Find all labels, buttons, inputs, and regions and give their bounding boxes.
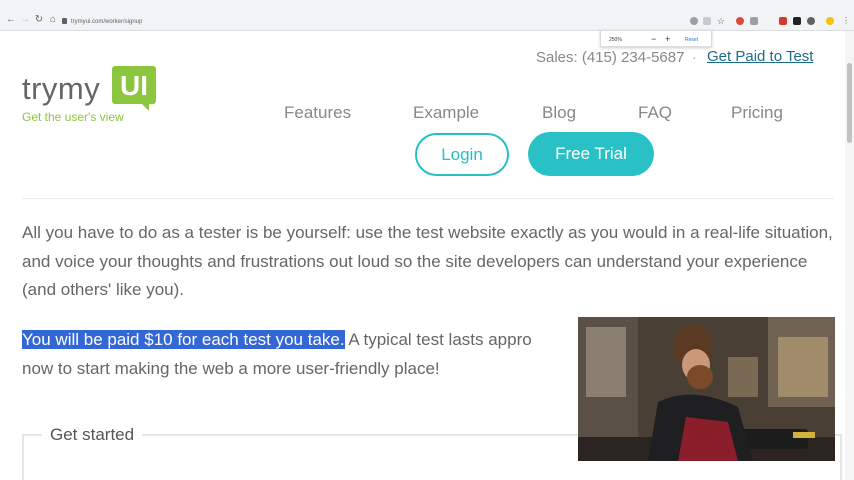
- back-icon[interactable]: ←: [5, 14, 17, 26]
- login-button[interactable]: Login: [415, 133, 509, 176]
- profile-avatar[interactable]: [826, 17, 834, 25]
- zoom-in-button[interactable]: +: [665, 34, 670, 44]
- get-started-legend: Get started: [42, 425, 143, 445]
- nav-blog[interactable]: Blog: [542, 103, 576, 123]
- extension-flag-icon[interactable]: [779, 17, 787, 25]
- scrollbar-thumb[interactable]: [847, 63, 852, 143]
- zoom-reset-button[interactable]: Reset: [685, 37, 698, 43]
- home-icon[interactable]: ⌂: [47, 14, 59, 26]
- logo-tagline: Get the user's view: [22, 110, 124, 124]
- nav-pricing[interactable]: Pricing: [731, 103, 783, 123]
- nav-features[interactable]: Features: [284, 103, 351, 123]
- header-divider: [22, 198, 834, 199]
- address-bar[interactable]: trymyui.com/worker/signup: [62, 16, 718, 28]
- nav-faq[interactable]: FAQ: [638, 103, 672, 123]
- extension-dark-icon[interactable]: [793, 17, 801, 25]
- get-paid-to-test-link[interactable]: Get Paid to Test: [707, 48, 813, 65]
- reload-icon[interactable]: ↻: [33, 14, 45, 26]
- forward-icon[interactable]: →: [19, 14, 31, 26]
- sales-phone: Sales: (415) 234-5687: [536, 49, 685, 66]
- tester-intro-paragraph: All you have to do as a tester is be you…: [22, 223, 833, 299]
- zoom-out-button[interactable]: −: [651, 34, 656, 44]
- extension-circle-icon[interactable]: [807, 17, 815, 25]
- logo-word: trymy: [22, 71, 101, 106]
- payment-text-line2: now to start making the web a more user-…: [22, 358, 440, 378]
- logo-speech-tail: [141, 103, 149, 111]
- header-separator: ·: [692, 49, 697, 65]
- extension-grey-icon[interactable]: [750, 17, 758, 25]
- key-icon[interactable]: [690, 17, 698, 25]
- presenter-video-frame: [578, 317, 835, 461]
- url-text: trymyui.com/worker/signup: [71, 19, 143, 25]
- extension-red-icon[interactable]: [736, 17, 744, 25]
- payment-text-rest: A typical test lasts appro: [344, 330, 532, 349]
- selected-text: You will be paid $10 for each test you t…: [22, 330, 345, 349]
- zoom-icon[interactable]: [703, 17, 711, 25]
- free-trial-button[interactable]: Free Trial: [528, 132, 654, 176]
- lock-icon: [62, 18, 67, 24]
- page-scrollbar[interactable]: [845, 31, 854, 480]
- trymyui-logo[interactable]: trymy UI Get the user's view: [22, 66, 162, 126]
- browser-toolbar: ← → ↻ ⌂ trymyui.com/worker/signup ☆ ⋮: [0, 0, 854, 31]
- logo-ui-box: UI: [112, 66, 156, 104]
- nav-example[interactable]: Example: [413, 103, 479, 123]
- star-icon[interactable]: ☆: [717, 17, 725, 26]
- menu-icon[interactable]: ⋮: [842, 17, 850, 25]
- webcam-video-overlay: [578, 317, 835, 461]
- zoom-popup: 250% − + Reset: [600, 30, 712, 47]
- zoom-level: 250%: [609, 37, 622, 43]
